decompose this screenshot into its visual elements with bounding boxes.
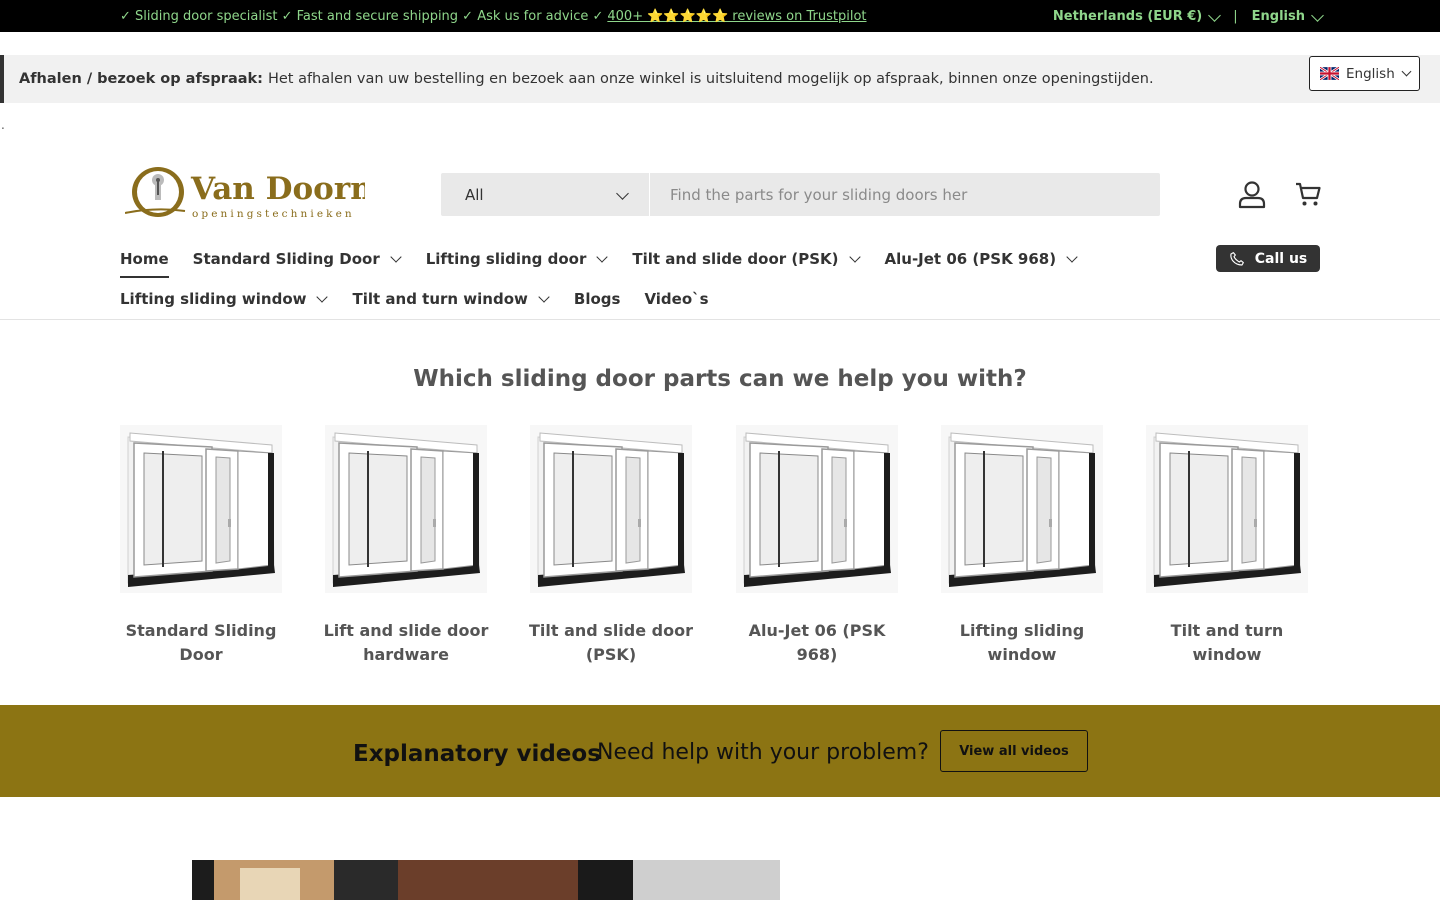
nav-tilt-slide-door[interactable]: Tilt and slide door (PSK) bbox=[632, 244, 861, 274]
pickup-notice: Afhalen / bezoek op afspraak: Het afhale… bbox=[0, 55, 1440, 103]
nav-alu-jet[interactable]: Alu-Jet 06 (PSK 968) bbox=[885, 244, 1078, 274]
trustpilot-link[interactable]: 400+ ⭐⭐⭐⭐⭐ reviews on Trustpilot bbox=[607, 9, 866, 24]
category-card[interactable]: Alu-Jet 06 (PSK 968) bbox=[730, 425, 904, 667]
language-switcher[interactable]: English bbox=[1309, 56, 1420, 91]
view-all-videos-button[interactable]: View all videos bbox=[940, 730, 1088, 772]
chevron-down-icon bbox=[1066, 250, 1078, 263]
chevron-down-icon bbox=[616, 187, 629, 200]
nav-lifting-sliding-door[interactable]: Lifting sliding door bbox=[426, 244, 609, 274]
uk-flag-icon bbox=[1320, 67, 1339, 80]
nav-tilt-turn-window[interactable]: Tilt and turn window bbox=[352, 284, 550, 314]
country-selector[interactable]: Netherlands (EUR €) bbox=[1053, 8, 1222, 24]
nav-blogs[interactable]: Blogs bbox=[574, 284, 621, 314]
category-label: Lifting sliding window bbox=[959, 621, 1085, 664]
locale-selectors: Netherlands (EUR €) | English bbox=[1053, 0, 1324, 32]
videos-subtitle: Need help with your problem? bbox=[597, 740, 929, 765]
nav-videos[interactable]: Video`s bbox=[644, 284, 708, 314]
category-label: Tilt and turn window bbox=[1170, 621, 1284, 664]
nav-standard-sliding-door[interactable]: Standard Sliding Door bbox=[193, 244, 402, 274]
category-card[interactable]: Tilt and turn window bbox=[1140, 425, 1314, 667]
language-switcher-label: English bbox=[1346, 65, 1395, 82]
chevron-down-icon bbox=[596, 250, 609, 263]
chevron-down-icon bbox=[1208, 8, 1222, 22]
usp-list: ✓ Sliding door specialist ✓ Fast and sec… bbox=[120, 0, 867, 32]
announcement-bar: ✓ Sliding door specialist ✓ Fast and sec… bbox=[0, 0, 1440, 32]
phone-icon bbox=[1230, 251, 1244, 266]
category-label: Alu-Jet 06 (PSK 968) bbox=[748, 621, 886, 664]
search-category-select[interactable]: All bbox=[441, 173, 650, 216]
videos-banner: Explanatory videos Need help with your p… bbox=[0, 705, 1440, 797]
chevron-down-icon bbox=[538, 290, 550, 303]
category-card[interactable]: Tilt and slide door (PSK) bbox=[524, 425, 698, 667]
logo-tagline: openingstechnieken bbox=[192, 208, 355, 220]
sliding-door-image bbox=[1146, 425, 1308, 593]
search-input[interactable] bbox=[650, 173, 1160, 216]
language-selector[interactable]: English bbox=[1252, 8, 1324, 24]
call-us-label: Call us bbox=[1254, 250, 1308, 267]
header-divider bbox=[0, 319, 1440, 320]
sliding-door-image bbox=[120, 425, 282, 593]
cart-icon bbox=[1296, 182, 1321, 206]
chevron-down-icon bbox=[316, 290, 329, 303]
category-card[interactable]: Lifting sliding window bbox=[935, 425, 1109, 667]
category-card[interactable]: Lift and slide door hardware bbox=[319, 425, 493, 667]
main-nav-row-1: Home Standard Sliding Door Lifting slidi… bbox=[120, 244, 1078, 278]
chevron-down-icon bbox=[848, 250, 861, 263]
cart-button[interactable] bbox=[1290, 176, 1326, 212]
chevron-down-icon bbox=[390, 250, 402, 263]
categories-title: Which sliding door parts can we help you… bbox=[413, 366, 1027, 392]
chevron-down-icon bbox=[1401, 66, 1412, 77]
logo-name: Van Doorn bbox=[190, 171, 365, 207]
notice-text: Het afhalen van uw bestelling en bezoek … bbox=[267, 71, 1154, 87]
call-us-button[interactable]: Call us bbox=[1216, 245, 1320, 272]
chevron-down-icon bbox=[1311, 8, 1324, 22]
usp-text: ✓ Sliding door specialist ✓ Fast and sec… bbox=[120, 8, 604, 24]
stray-dot: . bbox=[1, 118, 5, 132]
user-icon bbox=[1238, 181, 1266, 209]
sliding-door-image bbox=[736, 425, 898, 593]
videos-heading: Explanatory videos bbox=[353, 741, 601, 767]
notice-title: Afhalen / bezoek op afspraak: bbox=[19, 71, 263, 87]
sliding-door-image bbox=[325, 425, 487, 593]
nav-home[interactable]: Home bbox=[120, 244, 169, 278]
account-button[interactable] bbox=[1234, 176, 1270, 212]
sliding-door-image bbox=[941, 425, 1103, 593]
video-thumbnail-image[interactable] bbox=[192, 860, 780, 900]
category-label: Lift and slide door hardware bbox=[323, 621, 489, 664]
category-card[interactable]: Standard Sliding Door bbox=[114, 425, 288, 667]
category-label: Tilt and slide door (PSK) bbox=[528, 621, 693, 664]
main-nav-row-2: Lifting sliding window Tilt and turn win… bbox=[120, 284, 709, 314]
search-bar: All bbox=[441, 173, 1160, 216]
locale-separator: | bbox=[1233, 8, 1238, 24]
nav-lifting-sliding-window[interactable]: Lifting sliding window bbox=[120, 284, 329, 314]
category-label: Standard Sliding Door bbox=[125, 621, 277, 664]
van-doorn-logo[interactable]: Van Doorn openingstechnieken bbox=[125, 163, 365, 221]
sliding-door-image bbox=[530, 425, 692, 593]
